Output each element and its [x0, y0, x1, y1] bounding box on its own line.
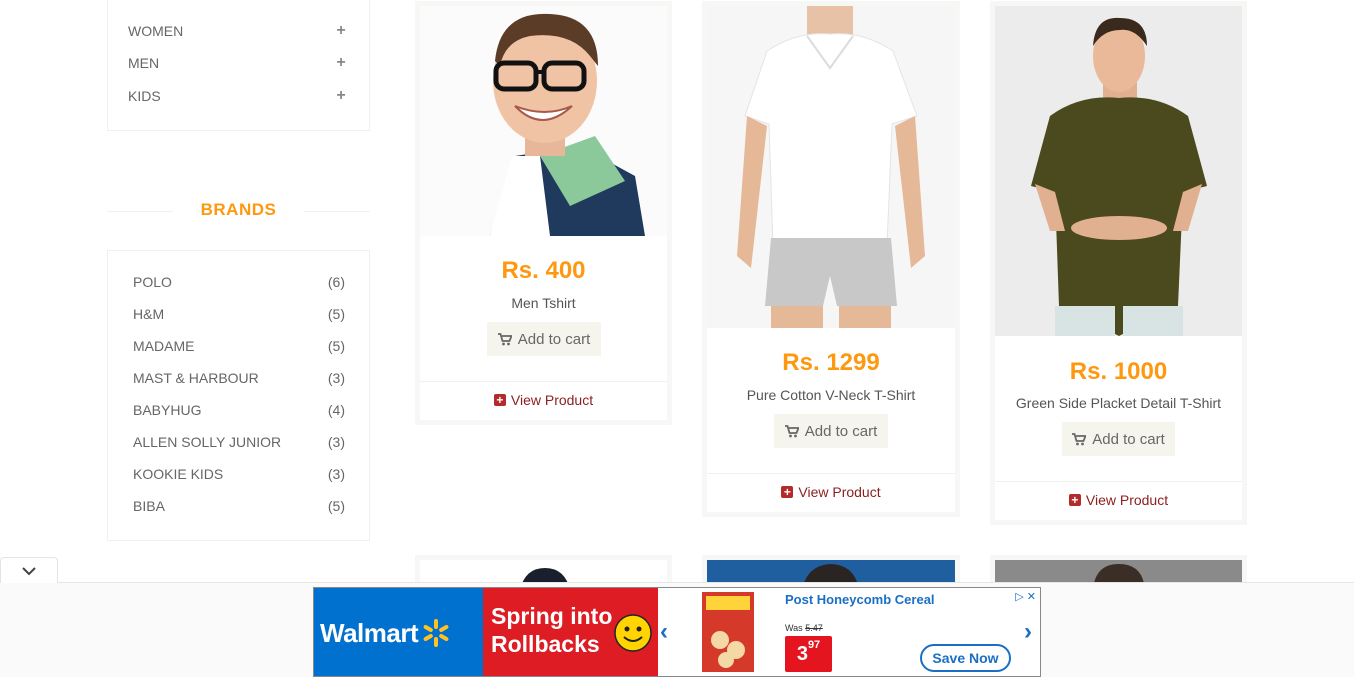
product-image	[995, 6, 1242, 336]
add-to-cart-button[interactable]: Add to cart	[1062, 422, 1175, 456]
plus-square-icon: +	[1068, 494, 1081, 506]
brand-count: (3)	[327, 370, 345, 386]
brand-item-madame[interactable]: MADAME (5)	[133, 338, 345, 354]
brand-name: MADAME	[133, 338, 195, 354]
divider	[420, 381, 667, 382]
walmart-logo: Walmart	[314, 588, 483, 676]
brand-count: (4)	[327, 402, 345, 418]
price-cents: 97	[807, 639, 821, 651]
cereal-box-image	[702, 592, 754, 672]
ad-product-title: Post Honeycomb Cereal	[785, 592, 935, 607]
brands-list: POLO (6) H&M (5) MADAME (5) MAST & HARBO…	[107, 250, 370, 541]
adchoices-icon[interactable]: ▷ ✕	[1015, 590, 1036, 603]
ad-banner[interactable]: Walmart Spring into Rollbacks ‹ Post Hon…	[313, 587, 1041, 677]
ad-was-price: Was 5.47	[785, 623, 823, 633]
brand-name: BABYHUG	[133, 402, 202, 418]
brand-count: (5)	[327, 338, 345, 354]
page: WOMEN + MEN + KIDS + BRANDS POLO (6) H&M…	[0, 0, 1354, 677]
brand-name: KOOKIE KIDS	[133, 466, 224, 482]
product-card: Rs. 1299 Pure Cotton V-Neck T-Shirt Add …	[702, 1, 960, 517]
product-price: Rs. 1000	[1069, 358, 1168, 385]
product-card: Rs. 400 Men Tshirt Add to cart + View Pr…	[415, 1, 672, 425]
plus-square-icon: +	[781, 486, 794, 498]
category-label: MEN	[128, 55, 160, 71]
category-kids[interactable]: KIDS +	[128, 86, 348, 106]
divider	[707, 473, 955, 474]
category-label: WOMEN	[128, 23, 184, 39]
brand-item-babyhug[interactable]: BABYHUG (4)	[133, 402, 345, 418]
spark-icon	[423, 619, 449, 647]
brand-count: (5)	[327, 306, 345, 322]
smiley-icon	[614, 614, 652, 652]
brands-heading: BRANDS	[200, 200, 277, 219]
product-image	[707, 6, 955, 328]
product-name: Pure Cotton V-Neck T-Shirt	[746, 387, 916, 403]
brand-count: (5)	[327, 498, 345, 514]
was-price-value: 5.47	[805, 623, 823, 633]
brand-name: MAST & HARBOUR	[133, 370, 259, 386]
product-name: Green Side Placket Detail T-Shirt	[1015, 395, 1222, 411]
view-product-label: View Product	[510, 392, 594, 408]
walmart-logo-text: Walmart	[320, 617, 419, 648]
brand-name: ALLEN SOLLY JUNIOR	[133, 434, 282, 450]
view-product-link[interactable]: + View Product	[420, 392, 667, 408]
category-men[interactable]: MEN +	[128, 53, 348, 73]
save-now-button[interactable]: Save Now	[920, 644, 1011, 672]
brand-count: (6)	[327, 274, 345, 290]
plus-icon[interactable]: +	[334, 22, 348, 40]
cart-icon	[497, 332, 512, 345]
was-label: Was	[785, 623, 803, 633]
chevron-left-icon[interactable]: ‹	[660, 618, 668, 646]
view-product-label: View Product	[1085, 492, 1169, 508]
add-to-cart-label: Add to cart	[1092, 430, 1165, 448]
view-product-label: View Product	[798, 484, 881, 500]
plus-icon[interactable]: +	[334, 87, 348, 105]
plus-square-icon: +	[493, 394, 506, 406]
brand-item-biba[interactable]: BIBA (5)	[133, 498, 345, 514]
add-to-cart-label: Add to cart	[804, 422, 878, 440]
brand-name: H&M	[133, 306, 165, 322]
brand-item-kookie-kids[interactable]: KOOKIE KIDS (3)	[133, 466, 345, 482]
brand-count: (3)	[327, 466, 345, 482]
ad-headline: Spring into Rollbacks	[483, 588, 658, 676]
brand-item-hm[interactable]: H&M (5)	[133, 306, 345, 322]
chevron-down-icon	[22, 566, 36, 575]
price-main: 3	[796, 643, 808, 665]
add-to-cart-button[interactable]: Add to cart	[774, 414, 888, 448]
product-price: Rs. 400	[501, 257, 586, 284]
brand-item-allen-solly-junior[interactable]: ALLEN SOLLY JUNIOR (3)	[133, 434, 345, 450]
ad-price-tag: 397	[785, 636, 832, 672]
view-product-link[interactable]: + View Product	[707, 484, 955, 500]
add-to-cart-label: Add to cart	[517, 330, 591, 348]
view-product-link[interactable]: + View Product	[995, 492, 1242, 508]
product-image	[420, 6, 667, 236]
divider	[995, 481, 1242, 482]
add-to-cart-button[interactable]: Add to cart	[487, 322, 601, 356]
category-women[interactable]: WOMEN +	[128, 21, 348, 41]
brand-item-mast-harbour[interactable]: MAST & HARBOUR (3)	[133, 370, 345, 386]
category-label: KIDS	[128, 88, 161, 104]
brand-name: BIBA	[133, 498, 165, 514]
collapse-ad-button[interactable]	[0, 557, 58, 583]
cart-icon	[784, 424, 799, 437]
product-name: Men Tshirt	[511, 295, 576, 311]
brand-item-polo[interactable]: POLO (6)	[133, 274, 345, 290]
brand-count: (3)	[327, 434, 345, 450]
cart-icon	[1072, 432, 1087, 445]
category-panel: WOMEN + MEN + KIDS +	[107, 0, 370, 131]
plus-icon[interactable]: +	[334, 54, 348, 72]
product-price: Rs. 1299	[782, 349, 880, 376]
brand-name: POLO	[133, 274, 172, 290]
product-card: Rs. 1000 Green Side Placket Detail T-Shi…	[990, 1, 1247, 525]
chevron-right-icon[interactable]: ›	[1024, 618, 1032, 646]
